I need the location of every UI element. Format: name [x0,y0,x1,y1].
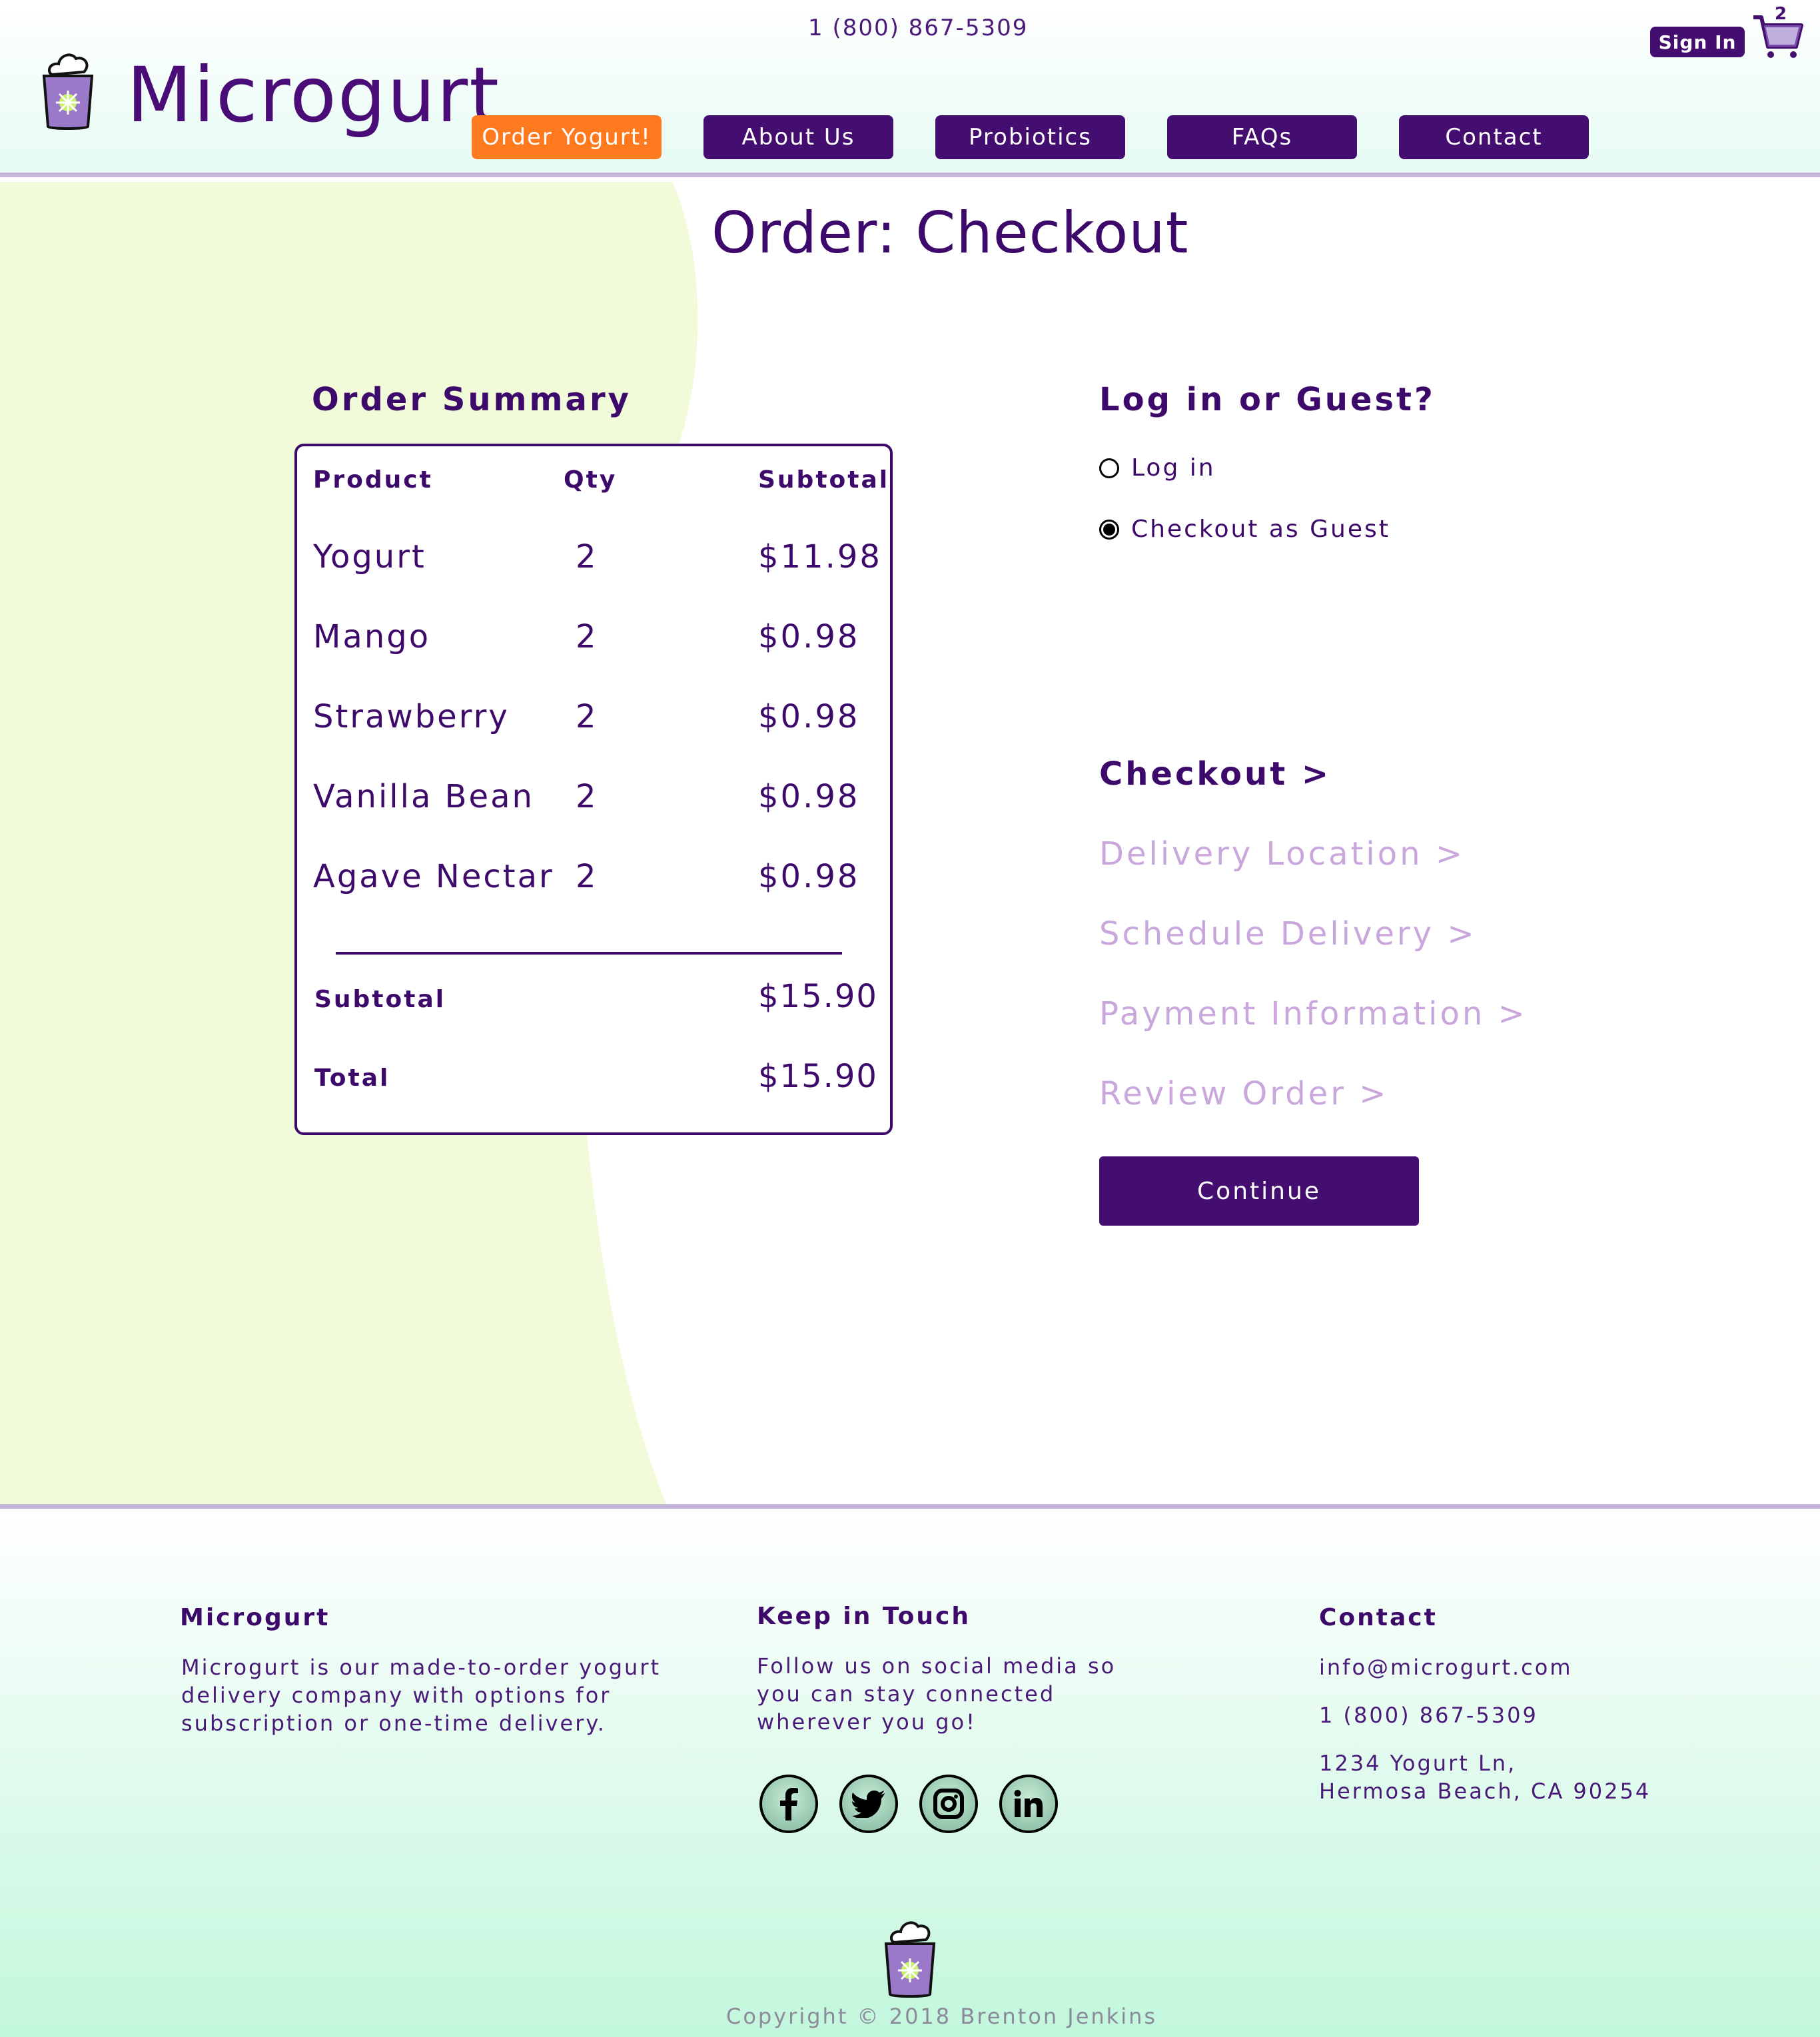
column-header-qty: Qty [564,466,618,494]
cart-count-badge: 2 [1775,4,1787,24]
site-header: 1 (800) 867-5309 Microgurt Order Yogurt!… [0,0,1820,177]
step-payment-information: Payment Information > [1099,995,1528,1032]
row-subtotal: $11.98 [758,538,882,576]
instagram-icon[interactable] [919,1775,978,1833]
row-qty: 2 [576,538,598,576]
footer-phone[interactable]: 1 (800) 867-5309 [1319,1701,1538,1729]
row-qty: 2 [576,858,598,895]
subtotal-value: $15.90 [758,978,878,1015]
order-summary-heading: Order Summary [312,381,632,418]
header-phone[interactable]: 1 (800) 867-5309 [808,15,1028,41]
guest-option[interactable]: Checkout as Guest [1099,516,1390,543]
row-subtotal: $0.98 [758,778,860,815]
main-content [0,182,1820,1504]
nav-contact[interactable]: Contact [1399,115,1589,159]
row-product: Strawberry [313,698,510,735]
footer-about-line: Microgurt is our made-to-order yogurt [181,1655,662,1680]
column-header-subtotal: Subtotal [758,466,890,494]
sign-in-button[interactable]: Sign In [1650,27,1745,57]
step-schedule-delivery: Schedule Delivery > [1099,915,1477,953]
footer-email[interactable]: info@microgurt.com [1319,1653,1573,1681]
row-qty: 2 [576,698,598,735]
footer-address: 1234 Yogurt Ln, Hermosa Beach, CA 90254 [1319,1749,1651,1805]
row-subtotal: $0.98 [758,618,860,655]
footer-address-line: 1234 Yogurt Ln, [1319,1751,1517,1776]
footer-social-line: Follow us on social media so [757,1653,1117,1679]
column-header-product: Product [313,466,433,494]
login-or-guest-heading: Log in or Guest? [1099,381,1436,418]
page-title: Order: Checkout [711,200,1189,266]
summary-divider [336,952,842,955]
step-checkout: Checkout > [1099,755,1332,793]
footer-social-heading: Keep in Touch [757,1603,971,1630]
login-option[interactable]: Log in [1099,454,1216,482]
logo-icon[interactable] [37,45,99,131]
brand-name[interactable]: Microgurt [127,57,500,133]
row-product: Agave Nectar [313,858,554,895]
footer-about-line: delivery company with options for [181,1683,612,1708]
nav-about-us[interactable]: About Us [703,115,893,159]
subtotal-label: Subtotal [314,986,446,1013]
total-label: Total [314,1064,390,1092]
row-product: Yogurt [313,538,426,576]
login-option-label: Log in [1131,454,1216,482]
row-qty: 2 [576,778,598,815]
footer-logo-icon[interactable] [879,1913,941,1998]
linkedin-icon[interactable] [999,1775,1058,1833]
guest-option-label: Checkout as Guest [1131,516,1390,543]
footer-social-line: you can stay connected [757,1681,1056,1707]
radio-checked-icon[interactable] [1099,519,1119,540]
facebook-icon[interactable] [759,1775,818,1833]
footer-about-line: subscription or one-time delivery. [181,1711,606,1736]
row-product: Mango [313,618,431,655]
footer-about-text: Microgurt is our made-to-order yogurt de… [181,1653,661,1737]
row-product: Vanilla Bean [313,778,534,815]
nav-order-yogurt[interactable]: Order Yogurt! [472,115,662,159]
step-review-order: Review Order > [1099,1075,1389,1112]
footer-address-line: Hermosa Beach, CA 90254 [1319,1779,1651,1804]
total-value: $15.90 [758,1058,878,1095]
footer-social-line: wherever you go! [757,1709,977,1735]
nav-probiotics[interactable]: Probiotics [935,115,1125,159]
footer-social-text: Follow us on social media so you can sta… [757,1652,1116,1736]
row-qty: 2 [576,618,598,655]
twitter-icon[interactable] [839,1775,898,1833]
radio-unchecked-icon[interactable] [1099,458,1119,478]
continue-button[interactable]: Continue [1099,1156,1419,1226]
row-subtotal: $0.98 [758,698,860,735]
nav-faqs[interactable]: FAQs [1167,115,1357,159]
step-delivery-location: Delivery Location > [1099,835,1465,873]
row-subtotal: $0.98 [758,858,860,895]
footer-about-heading: Microgurt [180,1604,330,1631]
copyright-text: Copyright © 2018 Brenton Jenkins [726,2004,1158,2029]
footer-contact-heading: Contact [1319,1604,1438,1631]
